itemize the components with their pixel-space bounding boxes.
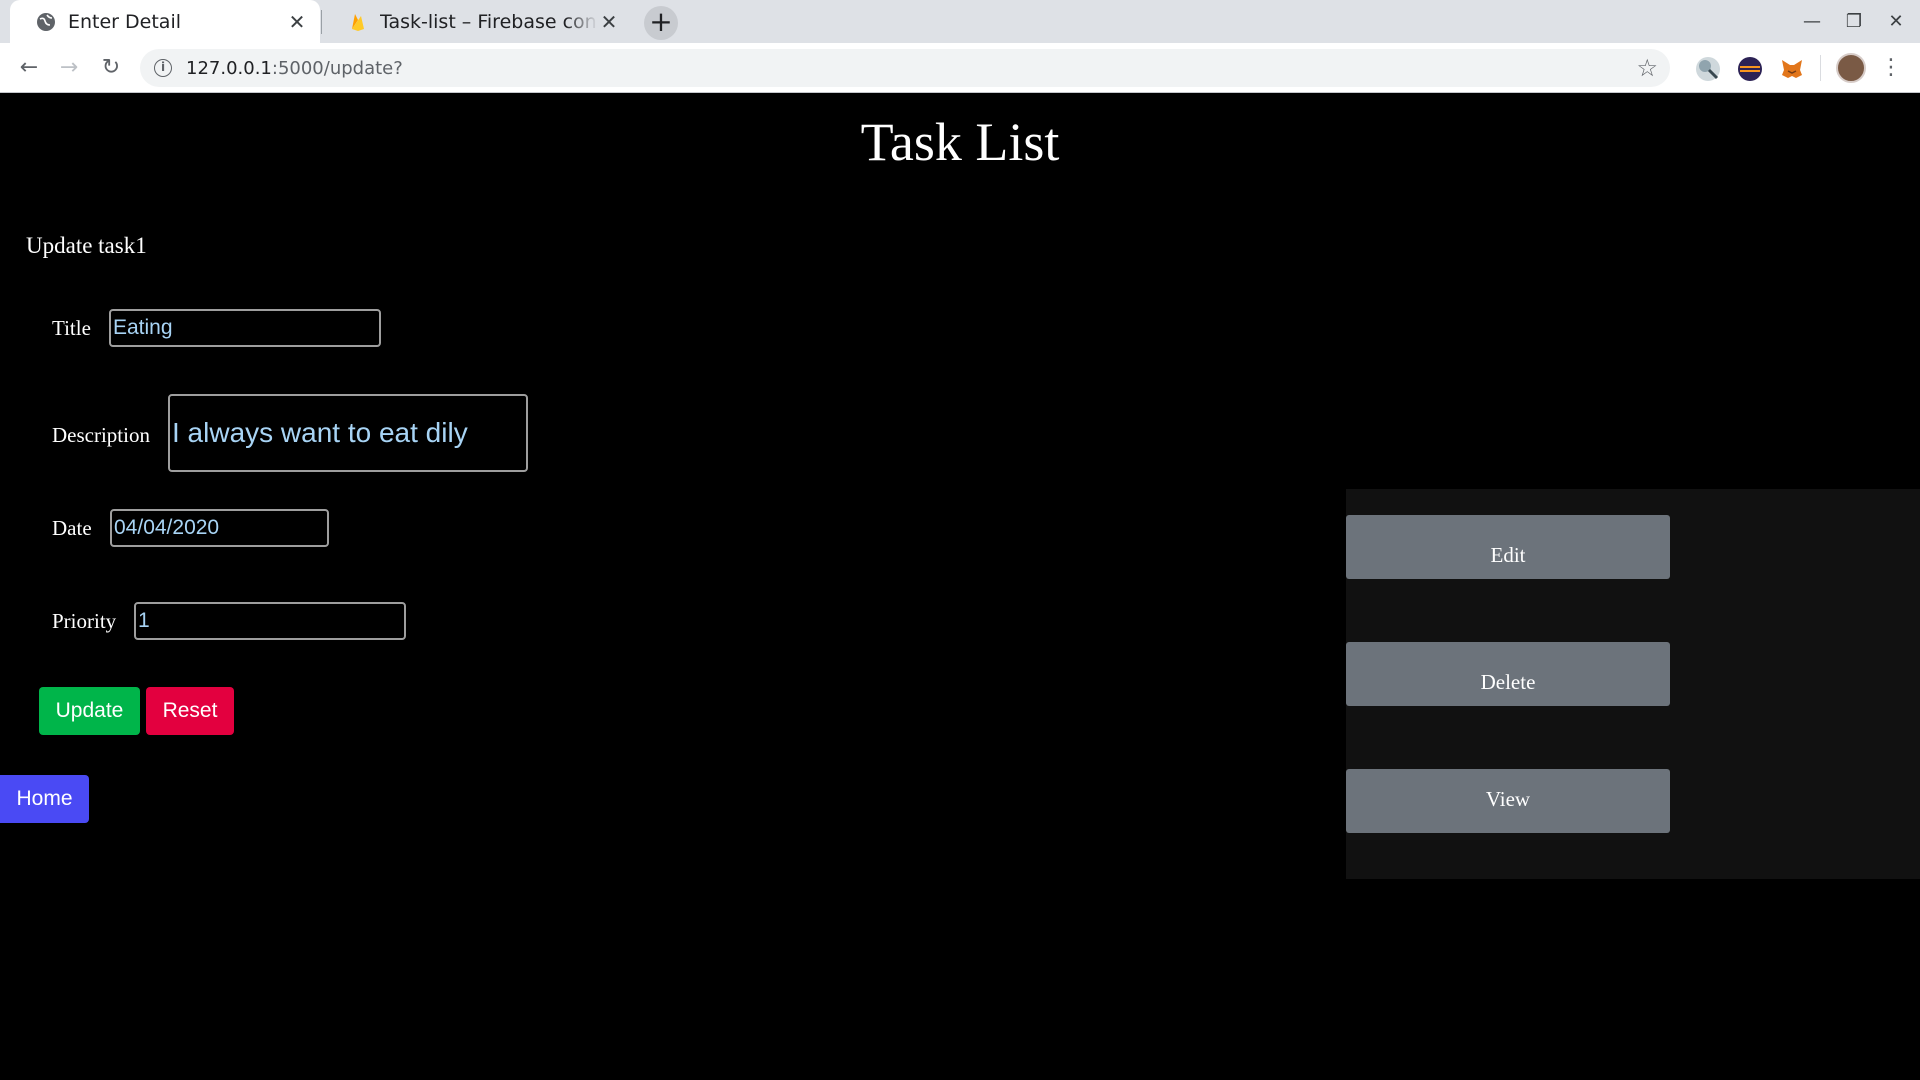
info-icon[interactable]: i [154, 59, 172, 77]
actions-panel: Edit Delete View [1346, 489, 1920, 879]
title-label: Title [52, 316, 91, 340]
page-content: Task List Update task1 Title Eating Desc… [0, 93, 1920, 1080]
delete-button-label: Delete [1480, 670, 1536, 694]
description-label: Description [52, 423, 150, 447]
magnifier-extension-icon[interactable] [1696, 57, 1720, 81]
tab-firebase-console[interactable]: Task-list – Firebase console ✕ [322, 0, 632, 43]
url-path: :5000/update? [271, 57, 403, 79]
description-input[interactable]: I always want to eat dily [168, 394, 528, 472]
url-host: 127.0.0.1 [186, 57, 272, 79]
back-arrow-icon[interactable]: ← [14, 53, 44, 83]
globe-icon [36, 12, 56, 32]
priority-input[interactable]: 1 [134, 602, 406, 640]
tab-enter-detail[interactable]: Enter Detail ✕ [10, 0, 320, 43]
date-input[interactable]: 04/04/2020 [110, 509, 329, 547]
view-button-label: View [1485, 787, 1531, 811]
reload-icon[interactable]: ↻ [96, 53, 126, 83]
edit-button-label: Edit [1490, 543, 1526, 567]
form-heading: Update task1 [26, 233, 147, 258]
metamask-fox-icon[interactable] [1780, 57, 1804, 81]
minimize-icon[interactable]: — [1798, 8, 1826, 36]
priority-label: Priority [52, 609, 117, 633]
firebase-icon [348, 12, 368, 32]
close-window-icon[interactable]: ✕ [1882, 8, 1910, 36]
kebab-menu-icon[interactable]: ⋮ [1880, 53, 1902, 83]
tab-title: Enter Detail [68, 10, 182, 33]
view-button[interactable]: View [1346, 769, 1670, 833]
tab-title: Task-list – Firebase console [380, 10, 598, 33]
edit-button[interactable]: Edit [1346, 515, 1670, 579]
close-tab-icon[interactable]: ✕ [598, 11, 620, 33]
toolbar-divider [1820, 55, 1821, 81]
home-button[interactable]: Home [0, 775, 89, 823]
restore-icon[interactable]: ❐ [1840, 8, 1868, 36]
update-button[interactable]: Update [39, 687, 140, 735]
close-tab-icon[interactable]: ✕ [286, 11, 308, 33]
browser-toolbar: ← → ↻ i 127.0.0.1:5000/update? ☆ ⋮ [0, 43, 1920, 93]
reset-button[interactable]: Reset [146, 687, 234, 735]
title-input[interactable]: Eating [109, 309, 381, 347]
profile-avatar[interactable] [1836, 53, 1866, 83]
new-tab-button[interactable]: + [644, 6, 678, 40]
forward-arrow-icon[interactable]: → [54, 53, 84, 83]
page-title: Task List [860, 112, 1060, 172]
date-label: Date [52, 516, 92, 540]
bookmark-star-icon[interactable]: ☆ [1636, 54, 1658, 82]
address-bar[interactable]: i 127.0.0.1:5000/update? ☆ [140, 49, 1670, 87]
eclipse-extension-icon[interactable] [1738, 57, 1762, 81]
delete-button[interactable]: Delete [1346, 642, 1670, 706]
browser-tabstrip: Enter Detail ✕ Task-list – Firebase cons… [0, 0, 1920, 43]
